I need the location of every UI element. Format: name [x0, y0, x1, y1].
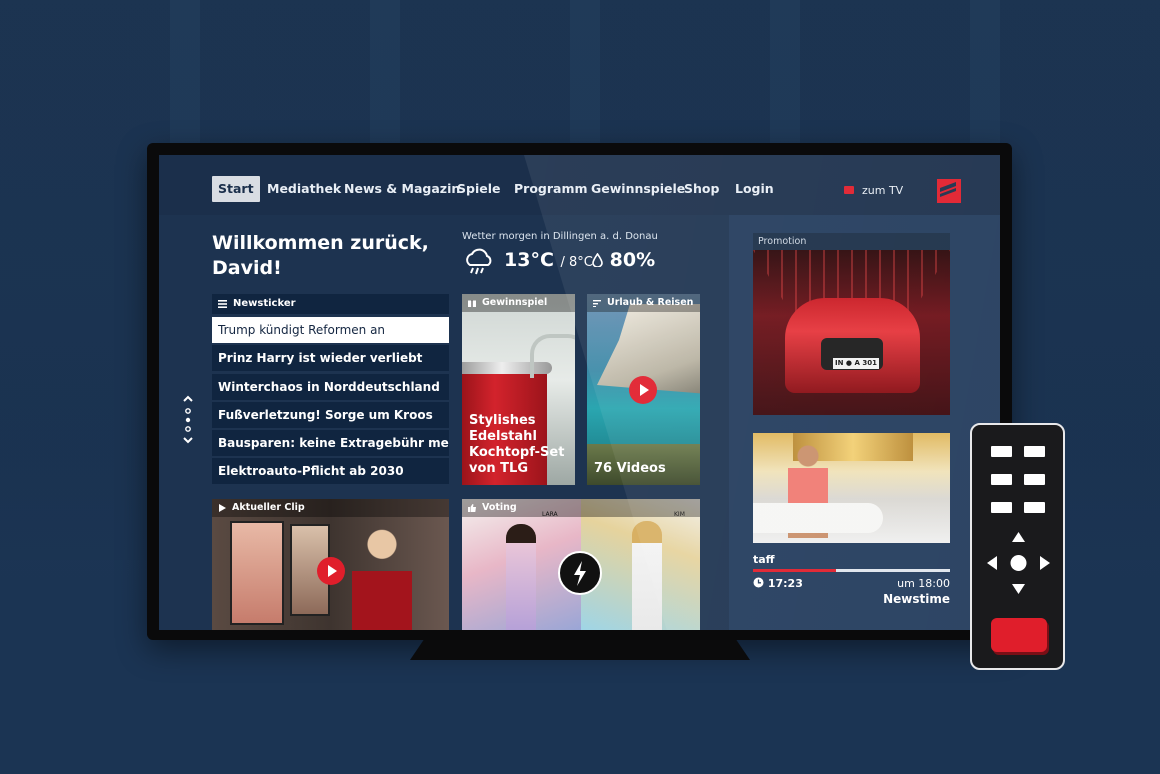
live-tv-thumbnail[interactable]	[753, 433, 950, 543]
clock-icon	[753, 577, 764, 588]
title-line: Edelstahl	[469, 429, 537, 444]
license-plate: IN ● A 301	[833, 358, 879, 369]
tv-frame: Start Mediathek News & Magazin Spiele Pr…	[147, 143, 1012, 640]
temp-high: 13°C	[504, 249, 554, 271]
weather-caption: Wetter morgen in Dillingen a. d. Donau	[462, 231, 658, 242]
nav-shop[interactable]: Shop	[678, 176, 725, 202]
prosieben-logo	[937, 179, 961, 203]
tv-screen: Start Mediathek News & Magazin Spiele Pr…	[159, 155, 1000, 630]
remote-red-button[interactable]	[991, 618, 1047, 652]
presenter	[352, 519, 412, 630]
show-progress	[753, 569, 950, 572]
nav-login[interactable]: Login	[729, 176, 780, 202]
card-caption: Aktueller Clip	[212, 499, 449, 517]
news-item[interactable]: Fußverletzung! Sorge um Kroos	[212, 401, 449, 428]
temp-low: / 8°C	[560, 255, 593, 270]
show-progress-fill	[753, 569, 836, 572]
nav-spiele[interactable]: Spiele	[451, 176, 506, 202]
tv-stand	[410, 640, 750, 660]
drop-icon	[592, 252, 603, 268]
newsticker-list: Trump kündigt Reformen an Prinz Harry is…	[212, 317, 449, 487]
current-show: taff	[753, 553, 775, 566]
model-right	[632, 521, 662, 630]
travel-icon	[593, 300, 601, 307]
card-gewinnspiel[interactable]: Gewinnspiel Stylishes Edelstahl Kochtopf…	[462, 294, 575, 485]
studio-desk	[753, 503, 883, 533]
caption-text: Voting	[482, 502, 517, 513]
dpad-icon[interactable]	[985, 528, 1052, 598]
remote-key[interactable]	[991, 502, 1012, 513]
temperature: 13°C / 8°C	[504, 249, 593, 271]
next-show: Newstime	[883, 592, 950, 606]
current-time: 17:23	[753, 577, 803, 590]
news-item[interactable]: Prinz Harry ist wieder verliebt	[212, 345, 449, 372]
next-time: um 18:00	[897, 577, 950, 590]
play-icon[interactable]	[317, 557, 345, 585]
remote-key[interactable]	[1024, 502, 1045, 513]
nav-gewinnspiele[interactable]: Gewinnspiele	[585, 176, 691, 202]
rain-cloud-icon	[466, 248, 492, 275]
remote-key[interactable]	[991, 446, 1012, 457]
caption-text: Aktueller Clip	[232, 502, 305, 513]
poster-left	[230, 521, 284, 625]
welcome-name: David!	[212, 257, 282, 279]
remote-key[interactable]	[1024, 474, 1045, 485]
humidity-value: 80%	[609, 249, 656, 271]
play-icon[interactable]	[629, 376, 657, 404]
model-left	[506, 524, 536, 630]
welcome-heading: Willkommen zurück, David!	[212, 231, 429, 281]
humidity: 80%	[592, 249, 655, 271]
promotion-image[interactable]: IN ● A 301	[753, 250, 950, 415]
card-voting[interactable]: LARA KIM Voting	[462, 499, 700, 630]
card-caption: Gewinnspiel	[462, 294, 575, 312]
caption-text: Gewinnspiel	[482, 297, 548, 308]
card-title: Stylishes Edelstahl Kochtopf-Set von TLG	[469, 413, 564, 477]
card-urlaub-reisen[interactable]: Urlaub & Reisen 76 Videos	[587, 294, 700, 485]
card-caption: Voting	[462, 499, 700, 517]
gift-icon	[468, 300, 476, 307]
news-item[interactable]: Elektroauto-Pflicht ab 2030	[212, 458, 449, 485]
current-time-value: 17:23	[767, 577, 803, 590]
newsticker-title: Newsticker	[233, 298, 296, 309]
card-title: 76 Videos	[594, 461, 666, 476]
remote-key[interactable]	[991, 474, 1012, 485]
weather-widget: 13°C / 8°C 80%	[462, 247, 655, 279]
caption-text: Urlaub & Reisen	[607, 297, 694, 308]
nav-mediathek[interactable]: Mediathek	[261, 176, 347, 202]
title-line: Stylishes	[469, 413, 536, 428]
news-item[interactable]: Trump kündigt Reformen an	[212, 317, 449, 343]
scroll-indicator[interactable]	[181, 393, 195, 453]
remote-control	[970, 423, 1065, 670]
welcome-line1: Willkommen zurück,	[212, 232, 429, 254]
nav-start[interactable]: Start	[212, 176, 260, 202]
nav-programm[interactable]: Programm	[508, 176, 594, 202]
zum-tv-button[interactable]: zum TV	[844, 184, 904, 197]
remote-key[interactable]	[1024, 446, 1045, 457]
title-line: von TLG	[469, 461, 529, 476]
play-small-icon	[219, 504, 226, 512]
red-button-icon	[844, 186, 854, 194]
news-item[interactable]: Winterchaos in Norddeutschland	[212, 373, 449, 400]
zum-tv-label: zum TV	[862, 184, 904, 197]
news-item[interactable]: Bausparen: keine Extragebühr mehr	[212, 430, 449, 457]
title-line: Kochtopf-Set	[469, 445, 565, 460]
lightning-icon	[574, 561, 586, 586]
top-navigation: Start Mediathek News & Magazin Spiele Pr…	[159, 155, 1000, 215]
versus-badge	[558, 551, 602, 595]
card-caption: Urlaub & Reisen	[587, 294, 700, 312]
card-aktueller-clip[interactable]: Aktueller Clip	[212, 499, 449, 630]
menu-icon	[218, 300, 227, 308]
promotion-caption: Promotion	[753, 233, 950, 250]
newsticker-header: Newsticker	[212, 294, 449, 314]
nav-news-magazin[interactable]: News & Magazin	[338, 176, 466, 202]
pot-handle	[530, 334, 575, 378]
thumbs-up-icon	[468, 504, 476, 512]
